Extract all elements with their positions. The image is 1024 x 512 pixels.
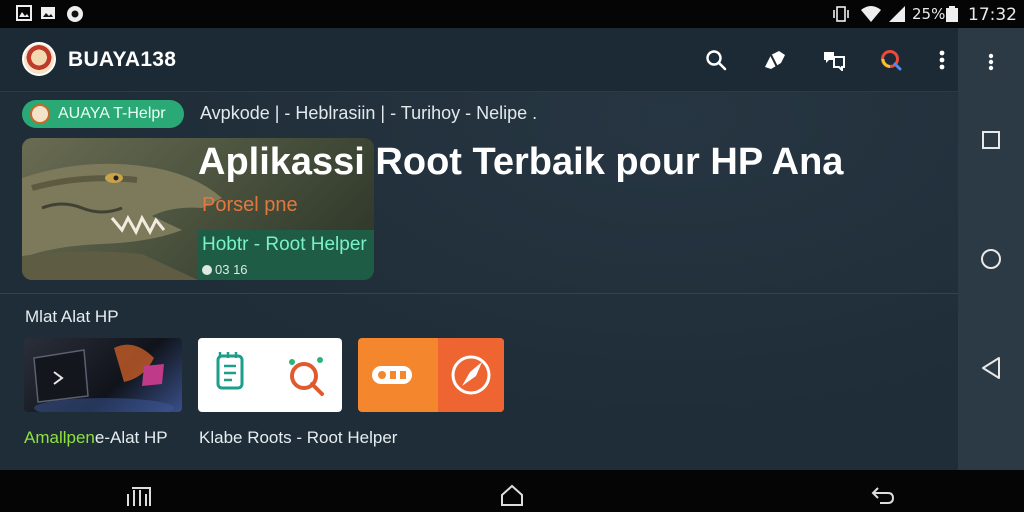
hero-subtitle: Porsel pne <box>202 194 298 216</box>
recents-bars-icon[interactable] <box>124 480 154 510</box>
app-title: BUAYA138 <box>68 48 177 71</box>
app-window: BUAYA138 AUAYA T-Helpr Avpkode | - Heblr… <box>0 28 958 470</box>
clock-icon <box>202 264 212 275</box>
section-title: Mlat Alat HP <box>25 307 119 326</box>
chip-logo-icon <box>30 104 50 124</box>
overflow-menu-icon[interactable] <box>979 50 1003 74</box>
signal-icon <box>888 5 906 23</box>
home-circle-icon[interactable] <box>979 247 1003 271</box>
battery-icon <box>944 5 960 23</box>
category-chip[interactable]: AUAYA T-Helpr <box>22 100 184 128</box>
app-logo[interactable] <box>22 42 56 76</box>
translate-icon[interactable] <box>820 46 848 74</box>
caption-laptop-white: e-Alat HP <box>94 428 168 447</box>
gallery-icon <box>16 5 32 21</box>
caption-laptop[interactable]: Amallpene-Alat HP <box>24 428 168 448</box>
hero-meta: 03 16 <box>202 262 248 277</box>
bottom-nav-bar <box>0 470 1024 512</box>
side-nav-bar <box>958 28 1024 470</box>
more-icon[interactable] <box>928 46 956 74</box>
tools-image <box>372 355 491 395</box>
status-bar: 25% 17:32 <box>0 0 1024 28</box>
lens-icon[interactable] <box>877 46 905 74</box>
back-arrow-icon[interactable] <box>868 480 898 510</box>
thumb-apps[interactable] <box>198 338 342 412</box>
caption-apps[interactable]: Klabe Roots - Root Helper <box>199 428 397 448</box>
home-icon[interactable] <box>497 480 527 510</box>
caption-laptop-green: Amallpen <box>24 428 95 447</box>
image-icon <box>40 5 56 21</box>
laptop-image <box>33 344 174 412</box>
recents-square-icon[interactable] <box>979 128 1003 152</box>
hero-meta-text: 03 16 <box>215 262 248 277</box>
back-triangle-icon[interactable] <box>979 356 1003 380</box>
status-time: 17:32 <box>968 5 1017 25</box>
vibrate-icon <box>832 5 850 23</box>
record-icon <box>66 5 84 23</box>
search-icon[interactable] <box>702 46 730 74</box>
thumb-tools[interactable] <box>358 338 504 412</box>
app-bar: BUAYA138 <box>0 28 958 92</box>
thumb-laptop[interactable] <box>24 338 182 412</box>
hero-headline[interactable]: Aplikassi Root Terbaik pour HP Ana <box>198 141 843 184</box>
battery-percent: 25% <box>912 5 946 23</box>
brush-icon[interactable] <box>761 46 789 74</box>
apps-image <box>216 352 324 396</box>
hero-tag[interactable]: Hobtr - Root Helper <box>202 234 367 256</box>
breadcrumb[interactable]: Avpkode | - Heblrasiin | - Turihoy - Nel… <box>200 103 537 124</box>
wifi-icon <box>860 5 882 23</box>
chip-label: AUAYA T-Helpr <box>58 105 166 122</box>
section-divider <box>0 293 958 294</box>
